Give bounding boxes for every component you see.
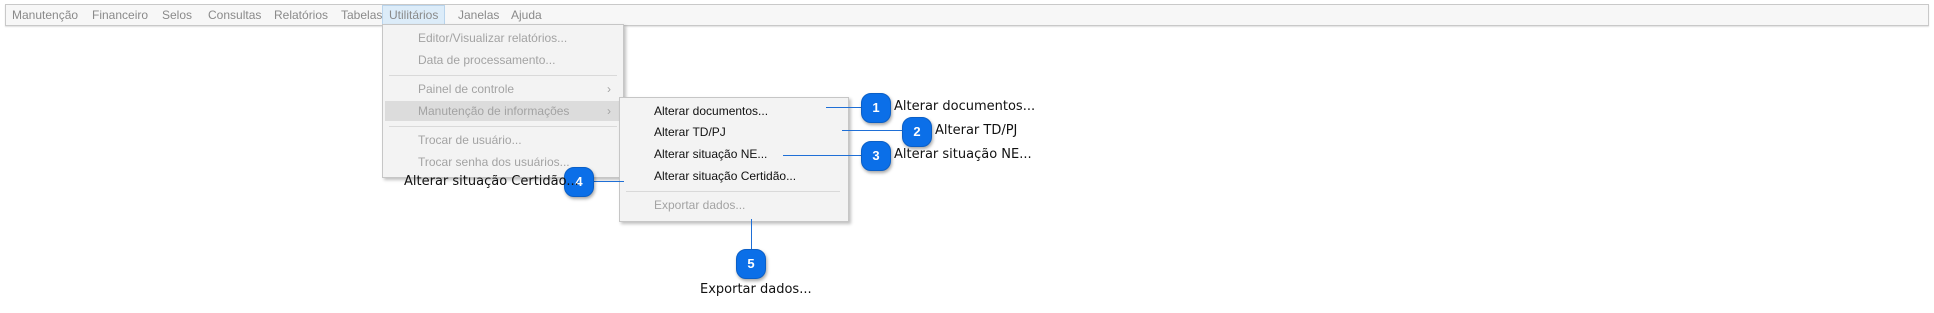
callout-2-badge: 2 <box>902 117 932 147</box>
callout-1-badge: 1 <box>861 93 891 123</box>
submenu-item-label: Alterar situação NE... <box>654 147 768 161</box>
chevron-right-icon: › <box>607 104 611 118</box>
callout-4-label: Alterar situação Certidão... <box>404 174 579 189</box>
menu-item-label: Painel de controle <box>418 82 515 96</box>
callout-1-leader <box>826 107 862 108</box>
callout-3-label: Alterar situação NE... <box>894 147 1032 162</box>
menu-separator <box>389 126 617 127</box>
callout-3-badge: 3 <box>861 141 891 171</box>
menu-ajuda[interactable]: Ajuda <box>505 6 548 24</box>
menu-janelas[interactable]: Janelas <box>452 6 505 24</box>
menu-financeiro[interactable]: Financeiro <box>86 6 154 24</box>
submenu-item-label: Alterar TD/PJ <box>654 125 726 139</box>
menu-selos[interactable]: Selos <box>156 6 198 24</box>
menu-item-label: Data de processamento... <box>418 53 556 67</box>
menu-utilitarios[interactable]: Utilitários <box>382 5 446 25</box>
callout-4-leader <box>594 181 624 182</box>
menu-item-label: Trocar de usuário... <box>418 133 522 147</box>
submenu-item-label: Alterar documentos... <box>654 104 769 118</box>
submenu-item-label: Exportar dados... <box>654 198 746 212</box>
menu-item-painel-controle[interactable]: Painel de controle › <box>385 79 621 99</box>
menu-separator <box>389 75 617 76</box>
callout-5-label: Exportar dados... <box>700 282 812 297</box>
callout-5-leader <box>751 219 752 251</box>
menu-consultas[interactable]: Consultas <box>202 6 267 24</box>
submenu-item-alterar-tdpj[interactable]: Alterar TD/PJ <box>622 122 846 142</box>
submenu-item-exportar-dados[interactable]: Exportar dados... <box>622 195 846 215</box>
menu-item-manutencao-informacoes[interactable]: Manutenção de informações › <box>385 101 621 121</box>
manutencao-submenu: Alterar documentos... Alterar TD/PJ Alte… <box>619 97 849 222</box>
callout-3-leader <box>783 155 863 156</box>
chevron-right-icon: › <box>607 82 611 96</box>
menu-item-label: Editor/Visualizar relatórios... <box>418 31 568 45</box>
callout-5-badge: 5 <box>736 249 766 279</box>
menu-item-label: Manutenção de informações <box>418 104 570 118</box>
menu-item-editor-relatorios[interactable]: Editor/Visualizar relatórios... <box>385 28 621 48</box>
menu-manutencao[interactable]: Manutenção <box>6 6 84 24</box>
callout-2-leader <box>842 130 908 131</box>
submenu-item-alterar-situacao-ne[interactable]: Alterar situação NE... <box>622 144 846 164</box>
submenu-separator <box>626 191 840 192</box>
menu-tabelas[interactable]: Tabelas <box>335 6 388 24</box>
menu-relatorios[interactable]: Relatórios <box>268 6 334 24</box>
menu-item-label: Trocar senha dos usuários... <box>418 155 570 169</box>
submenu-item-alterar-situacao-certidao[interactable]: Alterar situação Certidão... <box>622 166 846 186</box>
submenu-item-alterar-documentos[interactable]: Alterar documentos... <box>622 101 846 121</box>
menu-item-data-processamento[interactable]: Data de processamento... <box>385 50 621 70</box>
utilitarios-dropdown: Editor/Visualizar relatórios... Data de … <box>382 24 624 178</box>
menu-bar: Manutenção Financeiro Selos Consultas Re… <box>5 4 1929 26</box>
submenu-item-label: Alterar situação Certidão... <box>654 169 797 183</box>
callout-1-label: Alterar documentos... <box>894 99 1036 114</box>
callout-2-label: Alterar TD/PJ <box>935 123 1018 138</box>
menu-item-trocar-usuario[interactable]: Trocar de usuário... <box>385 130 621 150</box>
